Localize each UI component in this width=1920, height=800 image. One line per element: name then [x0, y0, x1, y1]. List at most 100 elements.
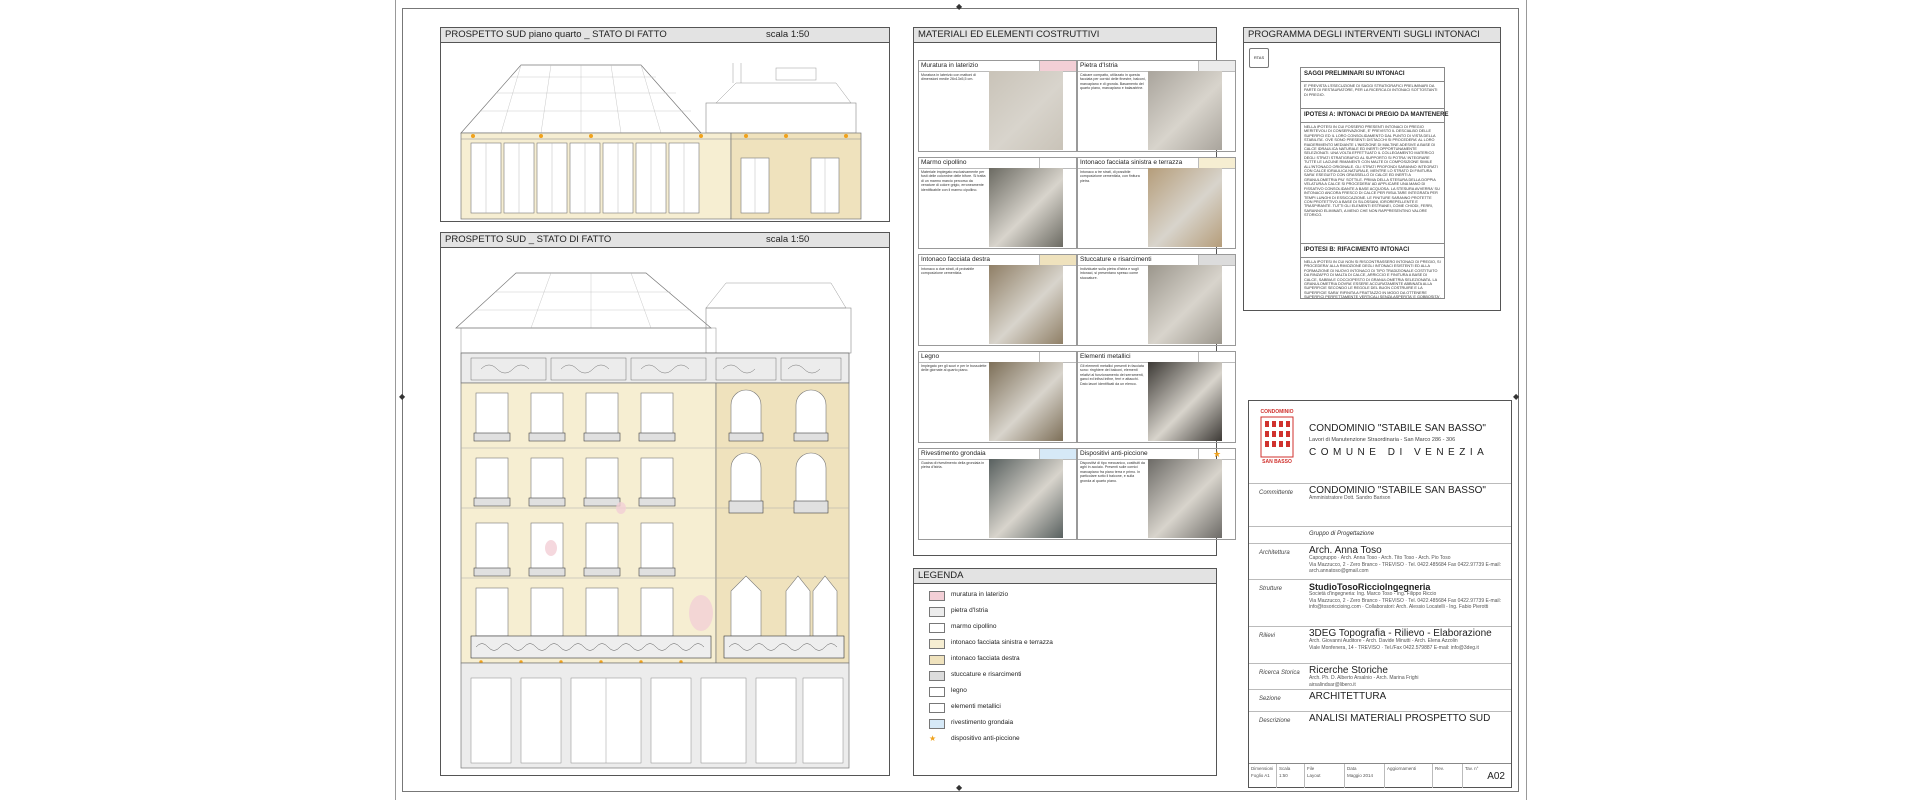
material-photo — [989, 265, 1063, 344]
title-block-row-line1: Gruppo di Progettazione — [1309, 531, 1375, 537]
material-description: Intonaco a due strati, di probabile comp… — [921, 267, 975, 276]
footer-cell: Data Maggio 2014 — [1345, 764, 1385, 788]
material-photo — [989, 168, 1063, 247]
legend-label: pietra d'Istria — [951, 607, 989, 614]
material-card: Elementi metallici Gli elementi metallici… — [1077, 351, 1236, 443]
logo-text-bottom: SAN BASSO — [1262, 459, 1292, 465]
material-photo — [1148, 362, 1222, 441]
material-card: Intonaco facciata sinistra e terrazza Int… — [1077, 157, 1236, 249]
frame-marker-right: ◆ — [1513, 392, 1520, 401]
program-section-b-title: IPOTESI B: RIFACIMENTO INTONACI — [1301, 243, 1444, 258]
material-card: Dispositivi anti-piccione ★ Dispositivi di… — [1077, 448, 1236, 540]
program-section-a-text: NELLA IPOTESI IN CUI FOSSERO PRESENTI IN… — [1304, 125, 1440, 218]
footer-cell-label: Aggiornamenti — [1387, 766, 1417, 771]
material-swatch — [1039, 61, 1076, 71]
footer-cell-value: Maggio 2014 — [1347, 773, 1374, 778]
material-swatch — [1039, 255, 1076, 265]
footer-cell-label: Rev. — [1435, 766, 1444, 771]
title-block-row-line1: ARCHITETTURA — [1309, 691, 1387, 702]
title-block-row-value: ARCHITETTURA — [1309, 691, 1505, 702]
footer-cell: Rev. — [1433, 764, 1463, 788]
footer-cell: Tav. n° A02 — [1463, 764, 1511, 788]
material-swatch — [1198, 255, 1235, 265]
title-block-row-value: ANALISI MATERIALI PROSPETTO SUD — [1309, 713, 1505, 724]
title-block-row-line1: Arch. Anna Toso — [1309, 545, 1382, 556]
material-card: Rivestimento grondaia Guaina di rivestime… — [918, 448, 1077, 540]
program-section-preliminary-title: SAGGI PRELIMINARI SU INTONACI — [1301, 68, 1444, 82]
project-name: CONDOMINIO "STABILE SAN BASSO" — [1309, 423, 1486, 434]
footer-cell: Dimensioni Foglio A1 — [1249, 764, 1277, 788]
footer-cell-value: Layout — [1307, 773, 1321, 778]
title-block-row-line1: ANALISI MATERIALI PROSPETTO SUD — [1309, 713, 1491, 724]
material-description: Gli elementi metallici presenti in facci… — [1080, 364, 1144, 386]
title-block-row-line1: CONDOMINIO "STABILE SAN BASSO" — [1309, 485, 1486, 496]
elevation-fourth-floor-title-bar: PROSPETTO SUD piano quarto _ STATO DI FA… — [441, 28, 889, 43]
title-block-row-line3: Via Mazzucco, 2 - Zero Branco - TREVISO … — [1309, 561, 1502, 575]
title-block: CONDOMINIO SAN BASSO CONDOMINIO "STABILE… — [1248, 400, 1512, 788]
legend-label: dispositivo anti-piccione — [951, 735, 1020, 742]
legend-label: intonaco facciata destra — [951, 655, 1020, 662]
elevation-south-scale: scala 1:50 — [766, 234, 810, 245]
legend-swatch — [929, 719, 945, 729]
elevation-south-panel: PROSPETTO SUD _ STATO DI FATTO scala 1:5… — [440, 232, 890, 776]
material-description: Intonaco a tre strati, di possibile comp… — [1080, 170, 1140, 183]
legend-label: intonaco facciata sinistra e terrazza — [951, 639, 1053, 646]
title-block-row: Rilievi 3DEG Topografia - Rilievo - Elabo… — [1249, 626, 1511, 664]
legend-swatch — [929, 703, 945, 713]
title-block-row-label: Rilievi — [1259, 633, 1276, 639]
program-document: SAGGI PRELIMINARI SU INTONACI E' PREVIST… — [1300, 67, 1448, 299]
material-swatch — [1039, 352, 1076, 362]
material-photo — [989, 459, 1063, 538]
material-description: Materiale impiegato esclusivamente per f… — [921, 170, 986, 192]
footer-cell-label: Data — [1347, 766, 1357, 771]
program-stamp: RTAS — [1249, 48, 1269, 68]
title-block-row: Sezione ARCHITETTURA — [1249, 689, 1511, 712]
legend-label: elementi metallici — [951, 703, 1001, 710]
material-photo — [989, 71, 1063, 150]
footer-cell: Aggiornamenti — [1385, 764, 1433, 788]
title-block-row-value: Gruppo di Progettazione — [1309, 530, 1505, 538]
elevation-fourth-floor-panel: PROSPETTO SUD piano quarto _ STATO DI FA… — [440, 27, 890, 222]
legend-panel: LEGENDA muratura in laterizio pietra d'Is… — [913, 568, 1217, 776]
material-photo — [1148, 71, 1222, 150]
material-description: Individuate sulla pietra d'Istria e sugl… — [1080, 267, 1139, 280]
title-block-row: Descrizione ANALISI MATERIALI PROSPETTO S… — [1249, 711, 1511, 764]
title-block-footer: Dimensioni Foglio A1 Scala 1:50 File Layout Da… — [1249, 763, 1511, 788]
materials-title: MATERIALI ED ELEMENTI COSTRUTTIVI — [914, 28, 1216, 43]
program-section-a-title: IPOTESI A: INTONACI DI PREGIO DA MANTENE… — [1301, 108, 1448, 123]
material-description: Calcare compatto, utilizzato in questa f… — [1080, 73, 1146, 91]
city-name: COMUNE DI VENEZIA — [1309, 447, 1489, 458]
elevation-fourth-floor-drawing — [460, 63, 862, 220]
footer-cell-value: 1:50 — [1279, 773, 1288, 778]
program-section-preliminary-text: E' PREVISTA L'ESECUZIONE DI SAGGI STRATI… — [1304, 84, 1438, 97]
title-block-row: Gruppo di Progettazione — [1249, 526, 1511, 544]
material-card: Stuccature e risarcimenti Individuate sul… — [1077, 254, 1236, 346]
material-card: Marmo cipollino Materiale impiegato esclu… — [918, 157, 1077, 249]
title-block-row-label: Descrizione — [1259, 718, 1291, 724]
title-block-row-label: Architettura — [1259, 550, 1290, 556]
material-card: Legno Impiegato per gli scuri e per le bu… — [918, 351, 1077, 443]
title-block-row-line3: airsalindsar@libero.it — [1309, 681, 1356, 688]
title-block-row: Committente CONDOMINIO "STABILE SAN BASSO… — [1249, 483, 1511, 527]
legend-swatch — [929, 687, 945, 697]
frame-marker-left: ◆ — [399, 392, 406, 401]
title-block-row-line3: Viale Monfenera, 14 - TREVISO · Tel./Fax… — [1309, 644, 1479, 651]
title-block-row-label: Ricerca Storica — [1259, 670, 1300, 676]
material-swatch — [1039, 158, 1076, 168]
material-card: Muratura in laterizio Muratura in lateriz… — [918, 60, 1077, 152]
frame-marker-bottom: ◆ — [956, 783, 963, 792]
title-block-row-value: 3DEG Topografia - Rilievo - Elaborazione… — [1309, 629, 1505, 651]
program-section-b-text: NELLA IPOTESI IN CUI NON SI RISCONTRASSE… — [1304, 260, 1441, 300]
legend-swatch — [929, 607, 945, 617]
legend-label: stuccature e risarcimenti — [951, 671, 1022, 678]
legend-swatch — [929, 671, 945, 681]
elevation-south-title: PROSPETTO SUD _ STATO DI FATTO — [445, 234, 612, 245]
title-block-row-label: Sezione — [1259, 696, 1281, 702]
elevation-fourth-floor-scale: scala 1:50 — [766, 29, 810, 40]
material-description: Muratura in laterizio con mattoni di dim… — [921, 73, 976, 82]
title-block-row-line1: StudioTosoRiccioIngegneria — [1309, 582, 1431, 592]
material-description: Impiegato per gli scuri e per le bussole… — [921, 364, 987, 373]
legend-swatch — [929, 639, 945, 649]
material-photo — [1148, 265, 1222, 344]
material-photo — [1148, 459, 1222, 538]
